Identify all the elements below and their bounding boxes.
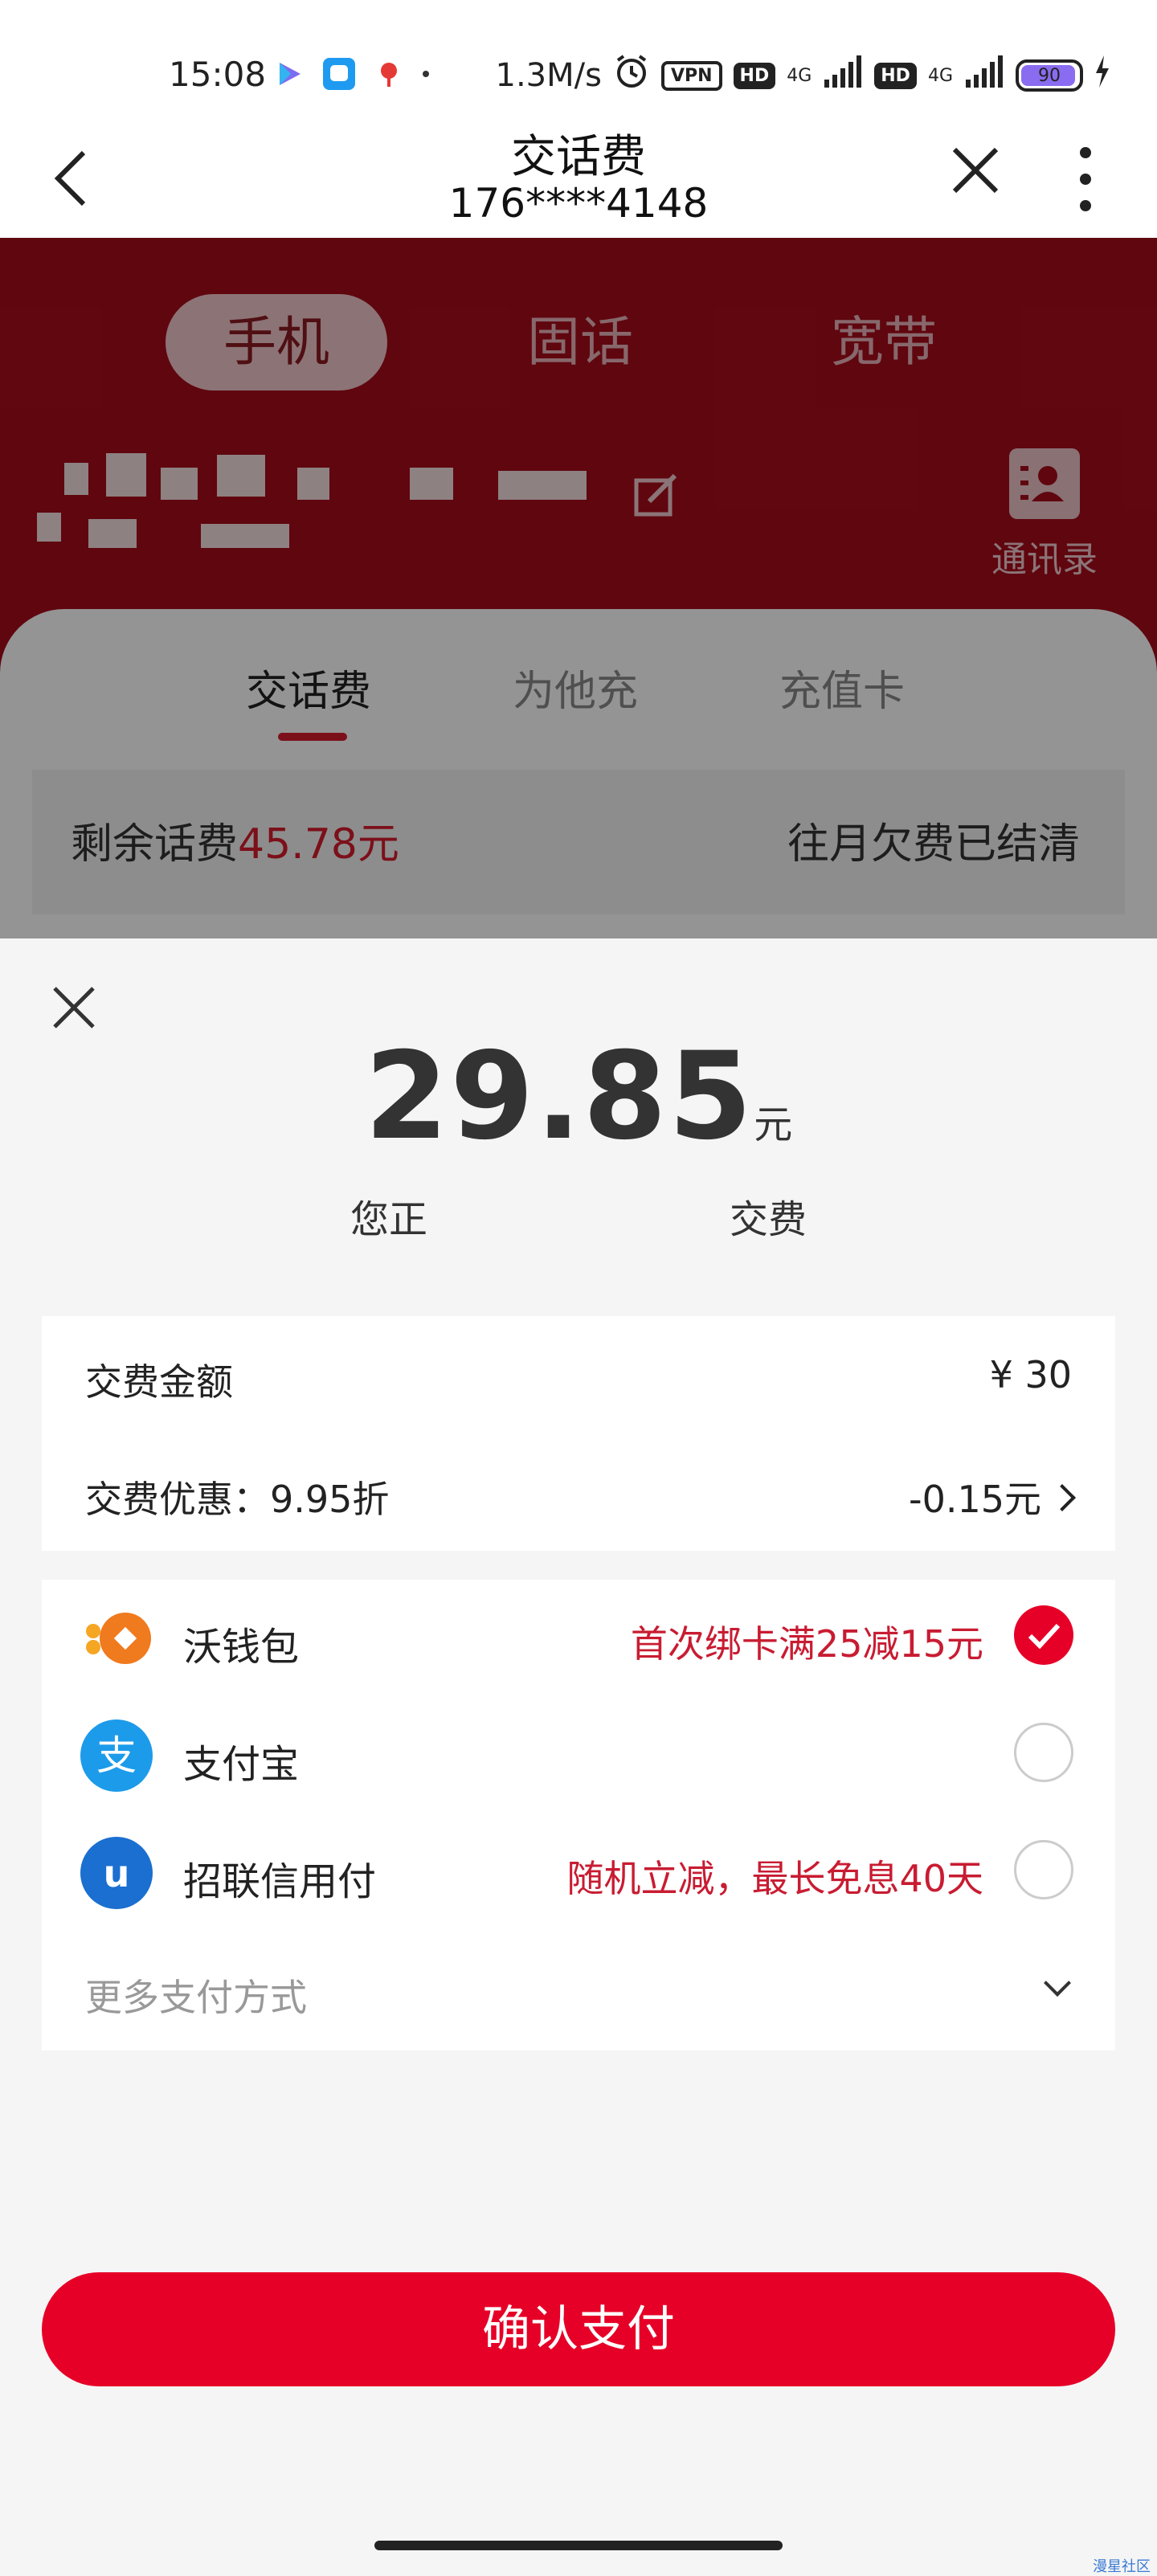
zhaolian-icon: u xyxy=(80,1837,153,1909)
discount-value: -0.15元 xyxy=(908,1478,1041,1521)
fee-amount-value: ¥ 30 xyxy=(989,1353,1072,1396)
close-icon[interactable] xyxy=(950,145,1001,196)
payment-method-name: 招联信用付 xyxy=(183,1859,377,1904)
svg-text:u: u xyxy=(104,1852,130,1895)
network-type-2: 4G xyxy=(927,65,953,86)
alarm-icon xyxy=(613,53,650,98)
battery-icon: 90 xyxy=(1016,59,1083,92)
overlay-mask[interactable] xyxy=(0,238,1157,938)
discount-row[interactable]: 交费优惠：9.95折 -0.15元 xyxy=(42,1433,1115,1551)
notice-end: 交费 xyxy=(730,1197,807,1242)
play-store-icon xyxy=(273,58,305,90)
network-type-1: 4G xyxy=(787,65,812,86)
dot-icon xyxy=(423,71,429,77)
payment-method-row[interactable]: 沃钱包 首次绑卡满25减15元 xyxy=(42,1580,1115,1697)
network-speed: 1.3M/s xyxy=(495,57,602,94)
sheet-close-icon[interactable] xyxy=(51,985,96,1030)
amount-value: 29.85 xyxy=(364,1027,754,1167)
payment-method-row[interactable]: 支 支付宝 xyxy=(42,1697,1115,1814)
app-header: 交话费 176****4148 xyxy=(0,112,1157,238)
radio-unselected[interactable] xyxy=(1014,1840,1073,1899)
chevron-down-icon xyxy=(1044,1969,1071,1997)
hd-badge-2: HD xyxy=(874,62,917,89)
chevron-right-icon xyxy=(1049,1484,1076,1511)
wo-wallet-icon xyxy=(80,1602,153,1674)
discount-label: 交费优惠：9.95折 xyxy=(85,1478,390,1521)
payment-amount: 29.85元 xyxy=(0,1027,1157,1167)
map-pin-icon xyxy=(373,58,405,90)
radio-selected[interactable] xyxy=(1014,1605,1073,1665)
payment-method-name: 支付宝 xyxy=(183,1742,300,1787)
battery-level: 90 xyxy=(1038,65,1061,86)
discount-value-wrap: -0.15元 xyxy=(908,1470,1076,1523)
more-methods-row[interactable]: 更多支付方式 xyxy=(42,1932,1115,2049)
payment-methods-card: 沃钱包 首次绑卡满25减15元 支 支付宝 u 招联信用付 随机立减，最长免息4… xyxy=(42,1580,1115,2051)
amount-unit: 元 xyxy=(754,1102,793,1147)
fee-amount-row: 交费金额 ¥ 30 xyxy=(42,1316,1115,1433)
status-app-icons xyxy=(273,58,429,90)
chat-app-icon xyxy=(323,58,355,90)
status-right: 1.3M/s VPN HD 4G HD 4G 90 xyxy=(496,53,1110,98)
hd-badge-1: HD xyxy=(733,62,776,89)
vpn-badge: VPN xyxy=(660,60,722,91)
signal-icon-1 xyxy=(823,55,863,96)
alipay-icon: 支 xyxy=(80,1719,153,1792)
charging-icon xyxy=(1094,55,1110,96)
fee-amount-label: 交费金额 xyxy=(85,1360,233,1404)
status-time: 15:08 xyxy=(169,55,267,94)
signal-icon-2 xyxy=(964,55,1004,96)
payment-method-name: 沃钱包 xyxy=(183,1625,300,1670)
confirm-pay-button[interactable]: 确认支付 xyxy=(42,2272,1115,2386)
watermark: 漫星社区 xyxy=(1093,2558,1151,2575)
more-methods-label: 更多支付方式 xyxy=(85,1976,307,2019)
notice-start: 您正 xyxy=(350,1197,427,1242)
more-options-icon[interactable] xyxy=(1073,143,1098,215)
svg-text:支: 支 xyxy=(96,1732,137,1779)
payment-method-promo: 首次绑卡满25减15元 xyxy=(630,1622,983,1666)
payment-notice: 您正 交费 xyxy=(0,1188,1157,1244)
home-indicator[interactable] xyxy=(374,2541,783,2550)
payment-method-promo: 随机立减，最长免息40天 xyxy=(566,1857,983,1900)
fee-summary-card: 交费金额 ¥ 30 交费优惠：9.95折 -0.15元 xyxy=(42,1316,1115,1551)
payment-sheet: 29.85元 您正 交费 交费金额 ¥ 30 交费优惠：9.95折 -0.15元 … xyxy=(0,938,1157,2575)
radio-unselected[interactable] xyxy=(1014,1723,1073,1782)
payment-method-row[interactable]: u 招联信用付 随机立减，最长免息40天 xyxy=(42,1814,1115,1932)
